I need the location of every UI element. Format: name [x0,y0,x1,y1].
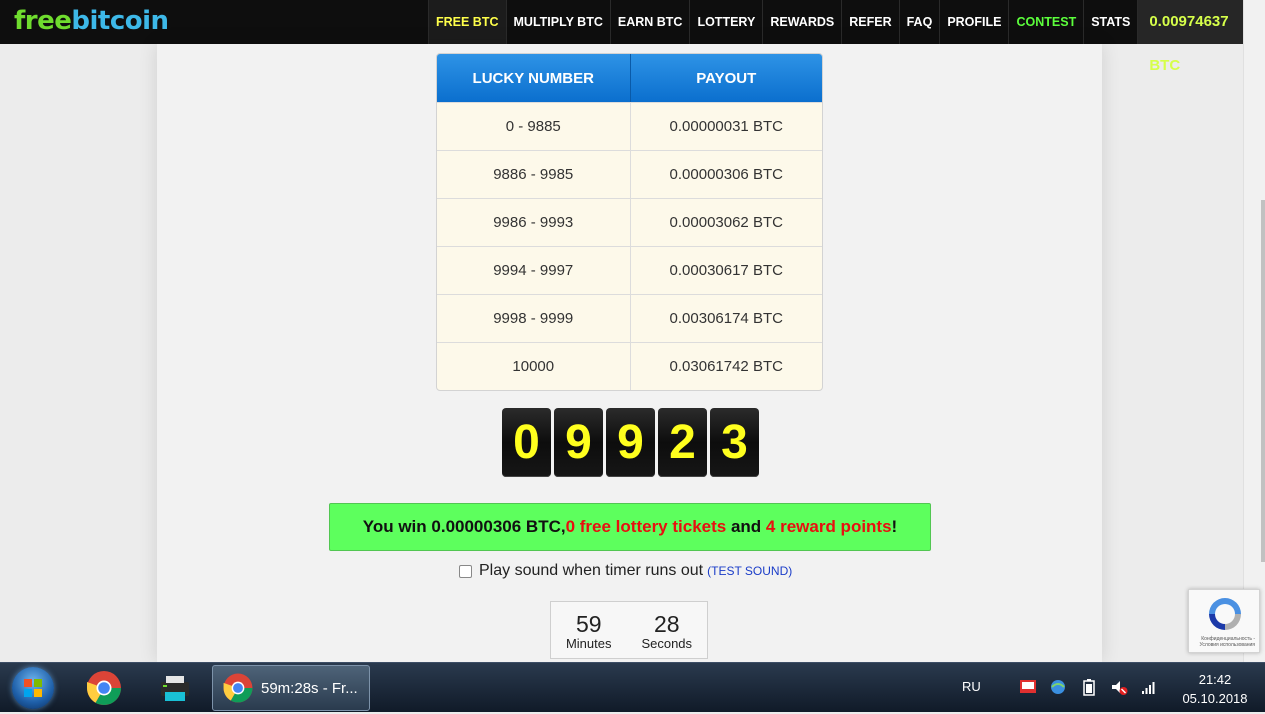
timer-seconds-label: Seconds [641,636,693,651]
signal-strength-icon[interactable] [1140,678,1158,696]
language-indicator[interactable]: RU [962,679,981,694]
timer-seconds: 28 Seconds [641,612,692,651]
system-clock[interactable]: 21:42 05.10.2018 [1175,670,1255,708]
roll-digit: 0 [502,408,551,477]
win-message: You win 0.00000306 BTC, 0 free lottery t… [329,503,931,551]
table-row: 10000 0.03061742 BTC [437,342,822,390]
win-reward-points: 4 reward points [765,517,892,536]
nav-faq[interactable]: FAQ [898,0,940,44]
nav-multiply-btc[interactable]: MULTIPLY BTC [505,0,610,44]
win-and-text: and [726,517,766,536]
roll-digit: 9 [606,408,655,477]
network-globe-icon[interactable] [1049,678,1067,696]
lucky-number-range: 10000 [437,342,630,390]
chrome-icon [223,673,253,703]
freebitcoin-logo[interactable]: freebitcoin [14,6,169,36]
recaptcha-badge[interactable]: Конфиденциальность - Условия использован… [1188,589,1260,653]
battery-icon[interactable] [1080,678,1098,696]
windows-taskbar: 59m:28s - Fr... RU 21:42 05.10.2018 [0,662,1265,712]
table-row: 9994 - 9997 0.00030617 BTC [437,246,822,294]
roll-digit: 3 [710,408,759,477]
payout-amount: 0.00030617 BTC [629,246,822,294]
logo-text-free: free [14,6,72,36]
win-lottery-tickets: 0 free lottery tickets [565,517,727,536]
countdown-timer: 59 Minutes 28 Seconds [550,601,708,659]
play-sound-option: Play sound when timer runs out (TEST SOU… [459,562,792,580]
windows-logo-icon [24,679,42,697]
clock-time: 21:42 [1198,672,1232,687]
play-sound-label: Play sound when timer runs out [479,562,704,579]
payout-table: LUCKY NUMBER PAYOUT 0 - 9885 0.00000031 … [436,53,823,391]
payout-amount: 0.00000306 BTC [629,150,822,198]
recaptcha-privacy-text: Конфиденциальность - Условия использован… [1199,636,1256,648]
taskbar-window-title: 59m:28s - Fr... [261,679,358,697]
lucky-number-range: 9886 - 9985 [437,150,630,198]
page-scrollbar-thumb[interactable] [1261,200,1265,562]
logo-text-bitcoin: bitcoin [71,6,169,36]
balance-display: 0.00974637 BTC [1137,0,1248,74]
printer-icon[interactable] [155,668,195,708]
lucky-number-range: 9998 - 9999 [437,294,630,342]
main-menu: FREE BTC MULTIPLY BTC EARN BTC LOTTERY R… [428,0,1265,74]
nav-lottery[interactable]: LOTTERY [689,0,762,44]
test-sound-link[interactable]: (TEST SOUND) [707,564,792,578]
nav-stats[interactable]: STATS [1083,0,1137,44]
top-navigation-bar: freebitcoin FREE BTC MULTIPLY BTC EARN B… [0,0,1265,74]
nav-rewards[interactable]: REWARDS [762,0,841,44]
clock-date: 05.10.2018 [1182,691,1248,706]
timer-minutes-label: Minutes [565,636,612,651]
roll-digit: 9 [554,408,603,477]
nav-profile[interactable]: PROFILE [939,0,1008,44]
header-payout: PAYOUT [629,54,822,102]
play-sound-checkbox[interactable] [459,564,472,578]
table-row: 9998 - 9999 0.00306174 BTC [437,294,822,342]
nav-free-btc[interactable]: FREE BTC [428,0,506,44]
chrome-icon[interactable] [84,668,124,708]
lucky-number-range: 9994 - 9997 [437,246,630,294]
roll-digit: 2 [658,408,707,477]
lucky-number-range: 0 - 9885 [437,102,630,150]
payout-amount: 0.00003062 BTC [629,198,822,246]
table-row: 9986 - 9993 0.00003062 BTC [437,198,822,246]
taskbar-chrome-window[interactable]: 59m:28s - Fr... [212,665,370,711]
table-row: 0 - 9885 0.00000031 BTC [437,102,822,150]
timer-minutes: 59 Minutes [566,612,612,651]
antivirus-icon[interactable] [1019,678,1037,696]
payout-amount: 0.00000031 BTC [629,102,822,150]
volume-muted-icon[interactable] [1110,678,1128,696]
nav-earn-btc[interactable]: EARN BTC [609,0,690,44]
timer-seconds-value: 28 [653,611,680,637]
win-amount-text: You win 0.00000306 BTC, [362,517,566,536]
table-row: 9886 - 9985 0.00000306 BTC [437,150,822,198]
payout-amount: 0.03061742 BTC [629,342,822,390]
timer-minutes-value: 59 [575,611,602,637]
nav-contest[interactable]: CONTEST [1008,0,1083,44]
start-button[interactable] [12,667,54,709]
payout-amount: 0.00306174 BTC [629,294,822,342]
win-exclamation: ! [891,517,898,536]
recaptcha-logo-icon [1209,598,1241,630]
nav-refer[interactable]: REFER [841,0,898,44]
header-lucky-number: LUCKY NUMBER [437,54,630,102]
lucky-number-range: 9986 - 9993 [437,198,630,246]
roll-result-digits: 0 9 9 2 3 [502,408,759,477]
payout-table-header-row: LUCKY NUMBER PAYOUT [437,54,822,102]
